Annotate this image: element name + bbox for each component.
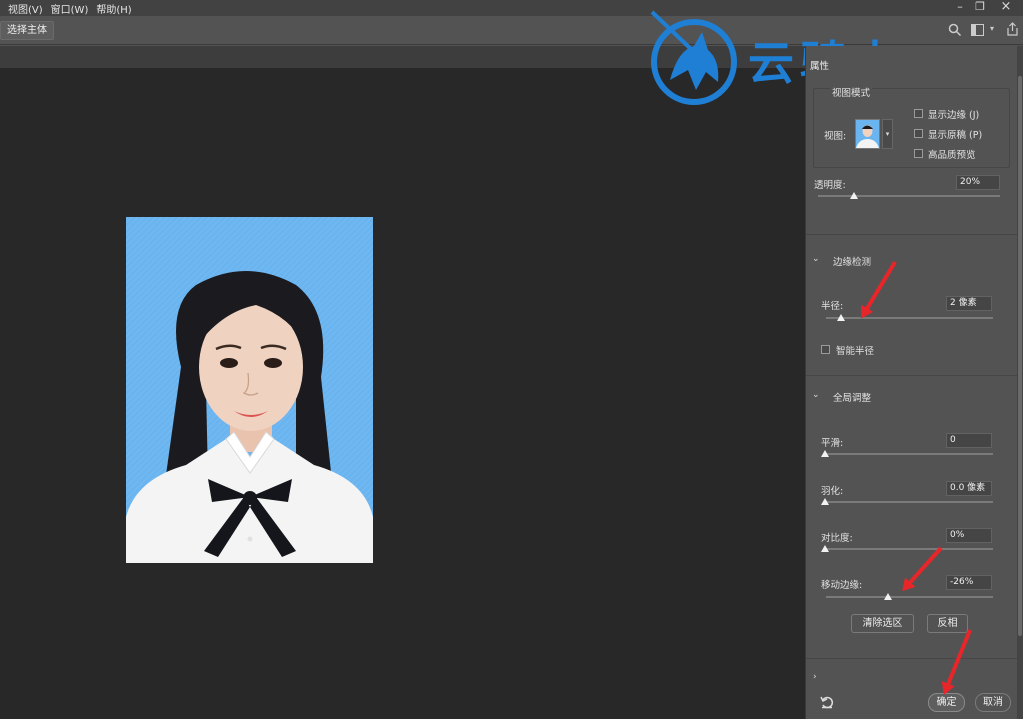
opacity-label: 透明度: <box>814 180 846 191</box>
search-icon[interactable] <box>948 23 962 37</box>
contrast-slider-thumb[interactable] <box>821 545 829 552</box>
smart-radius-label: 智能半径 <box>836 346 875 357</box>
opacity-slider-track[interactable] <box>818 195 1000 197</box>
opacity-input[interactable]: 20% <box>956 175 1000 190</box>
high-quality-preview-label: 高品质预览 <box>928 150 976 161</box>
contrast-label: 对比度: <box>821 533 853 544</box>
view-thumbnail[interactable] <box>855 119 880 149</box>
watermark-logo-icon <box>650 10 737 105</box>
smooth-slider-thumb[interactable] <box>821 450 829 457</box>
invert-button[interactable]: 反相 <box>927 614 968 633</box>
high-quality-preview-checkbox[interactable] <box>914 149 923 158</box>
shift-edge-label: 移动边缘: <box>821 580 863 591</box>
radius-slider-track[interactable] <box>826 317 993 319</box>
opacity-slider-thumb[interactable] <box>850 192 858 199</box>
shift-edge-input[interactable]: -26% <box>946 575 992 590</box>
output-settings-chevron-icon[interactable]: › <box>813 672 817 682</box>
global-adjust-title: 全局调整 <box>833 393 872 404</box>
smooth-input[interactable]: 0 <box>946 433 992 448</box>
close-icon[interactable]: × <box>996 0 1016 16</box>
clear-selection-button[interactable]: 清除选区 <box>851 614 914 633</box>
feather-slider-thumb[interactable] <box>821 498 829 505</box>
canvas-area <box>0 68 805 719</box>
share-icon[interactable] <box>1006 22 1019 36</box>
menu-view[interactable]: 视图(V) <box>8 1 43 16</box>
minimize-icon[interactable]: – <box>950 0 970 16</box>
portrait-photo <box>126 217 373 563</box>
view-mode-title: 视图模式 <box>830 85 873 99</box>
scrollbar-thumb[interactable] <box>1018 76 1022 636</box>
divider <box>806 375 1018 376</box>
edge-detection-chevron-icon[interactable]: ⌄ <box>812 254 820 264</box>
workspace-icon[interactable] <box>971 24 984 36</box>
smooth-label: 平滑: <box>821 438 844 449</box>
feather-input[interactable]: 0.0 像素 <box>946 481 992 496</box>
smart-radius-checkbox[interactable] <box>821 345 830 354</box>
shift-edge-slider-track[interactable] <box>826 596 993 598</box>
panel-scrollbar[interactable] <box>1017 46 1023 719</box>
contrast-slider-track[interactable] <box>826 548 993 550</box>
divider <box>806 658 1018 659</box>
show-original-label: 显示原稿 (P) <box>928 130 983 141</box>
shift-edge-slider-thumb[interactable] <box>884 593 892 600</box>
global-adjust-chevron-icon[interactable]: ⌄ <box>812 390 820 400</box>
view-dropdown-chevron-icon[interactable]: ▾ <box>882 119 893 149</box>
menu-bar: 视图(V) 窗口(W) 帮助(H) <box>0 0 1023 16</box>
cancel-button[interactable]: 取消 <box>975 693 1011 712</box>
select-subject-button[interactable]: 选择主体 <box>0 21 54 40</box>
radius-label: 半径: <box>821 301 844 312</box>
show-edge-label: 显示边缘 (J) <box>928 110 980 121</box>
chevron-down-icon[interactable]: ▾ <box>990 24 994 33</box>
edge-detection-title: 边缘检测 <box>833 257 872 268</box>
restore-icon[interactable]: ❐ <box>970 0 990 16</box>
smooth-slider-track[interactable] <box>826 453 993 455</box>
contrast-input[interactable]: 0% <box>946 528 992 543</box>
radius-input[interactable]: 2 像素 <box>946 296 992 311</box>
show-edge-checkbox[interactable] <box>914 109 923 118</box>
show-original-checkbox[interactable] <box>914 129 923 138</box>
menu-window[interactable]: 窗口(W) <box>51 1 89 16</box>
menu-help[interactable]: 帮助(H) <box>96 1 131 16</box>
feather-label: 羽化: <box>821 486 844 497</box>
panel-title: 属性 <box>810 61 830 72</box>
divider <box>806 234 1018 235</box>
feather-slider-track[interactable] <box>826 501 993 503</box>
radius-slider-thumb[interactable] <box>837 314 845 321</box>
view-label: 视图: <box>824 131 847 142</box>
properties-panel: 属性 视图模式 视图: ▾ 显示边缘 (J) 显示原稿 (P) 高品质预览 透明… <box>805 46 1018 719</box>
reset-icon[interactable] <box>820 695 834 709</box>
